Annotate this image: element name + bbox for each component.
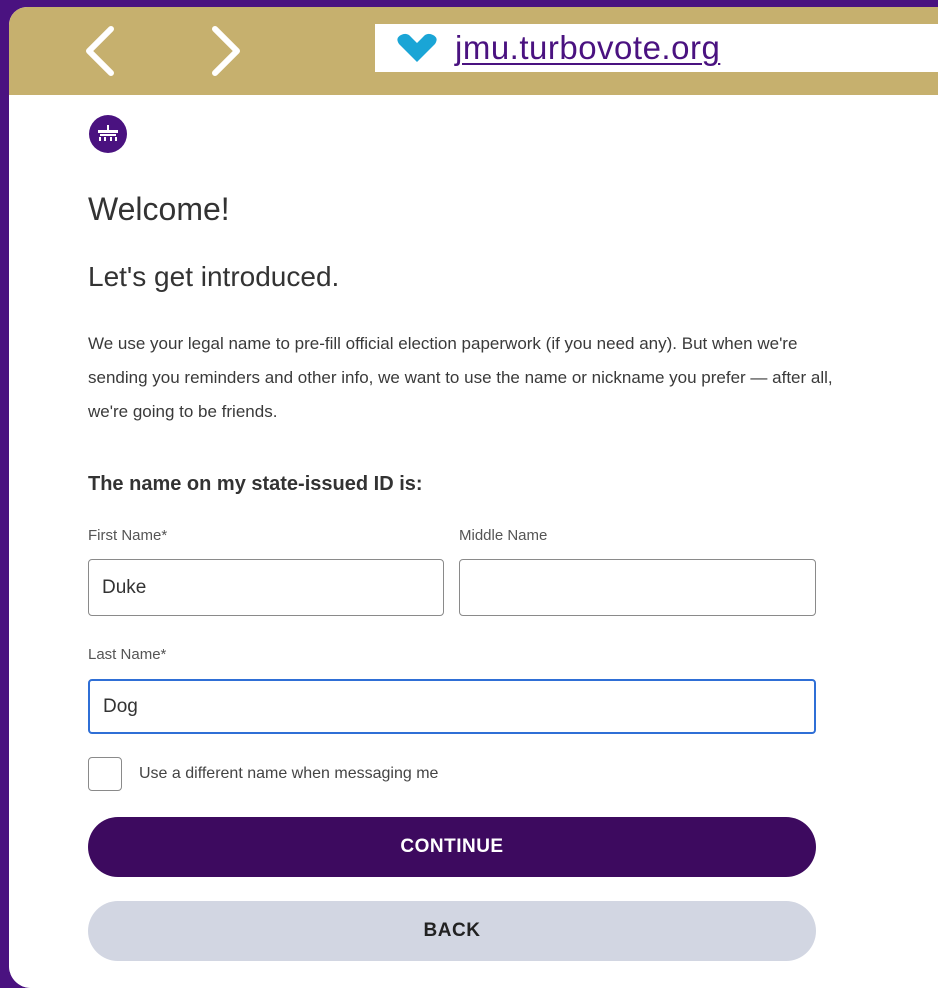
page-title: Welcome! [88,191,230,227]
middle-name-label: Middle Name [459,527,548,544]
browser-window: jmu.turbovote.org Welcome! Let's get int… [9,7,938,988]
middle-name-input[interactable] [459,559,816,616]
different-name-label: Use a different name when messaging me [139,765,439,782]
continue-button[interactable]: CONTINUE [88,817,816,877]
chevron-left-icon [86,26,114,76]
first-name-input[interactable] [88,559,444,616]
chevron-right-icon [212,26,240,76]
forward-button[interactable] [195,21,255,81]
browser-toolbar: jmu.turbovote.org [9,7,938,95]
url-link[interactable]: jmu.turbovote.org [455,29,720,67]
jmu-logo-icon [89,115,127,153]
page-content: Welcome! Let's get introduced. We use yo… [9,95,938,988]
back-form-button[interactable]: BACK [88,901,816,961]
address-bar[interactable]: jmu.turbovote.org [375,24,938,72]
intro-paragraph: We use your legal name to pre-fill offic… [88,334,833,421]
page-subtitle: Let's get introduced. [88,261,340,292]
section-label: The name on my state-issued ID is: [88,473,423,495]
turbovote-heart-icon [395,30,439,66]
last-name-input[interactable] [88,679,816,734]
different-name-checkbox[interactable] [88,757,122,791]
last-name-label: Last Name* [88,646,167,663]
first-name-label: First Name* [88,527,168,544]
back-button[interactable] [71,21,131,81]
